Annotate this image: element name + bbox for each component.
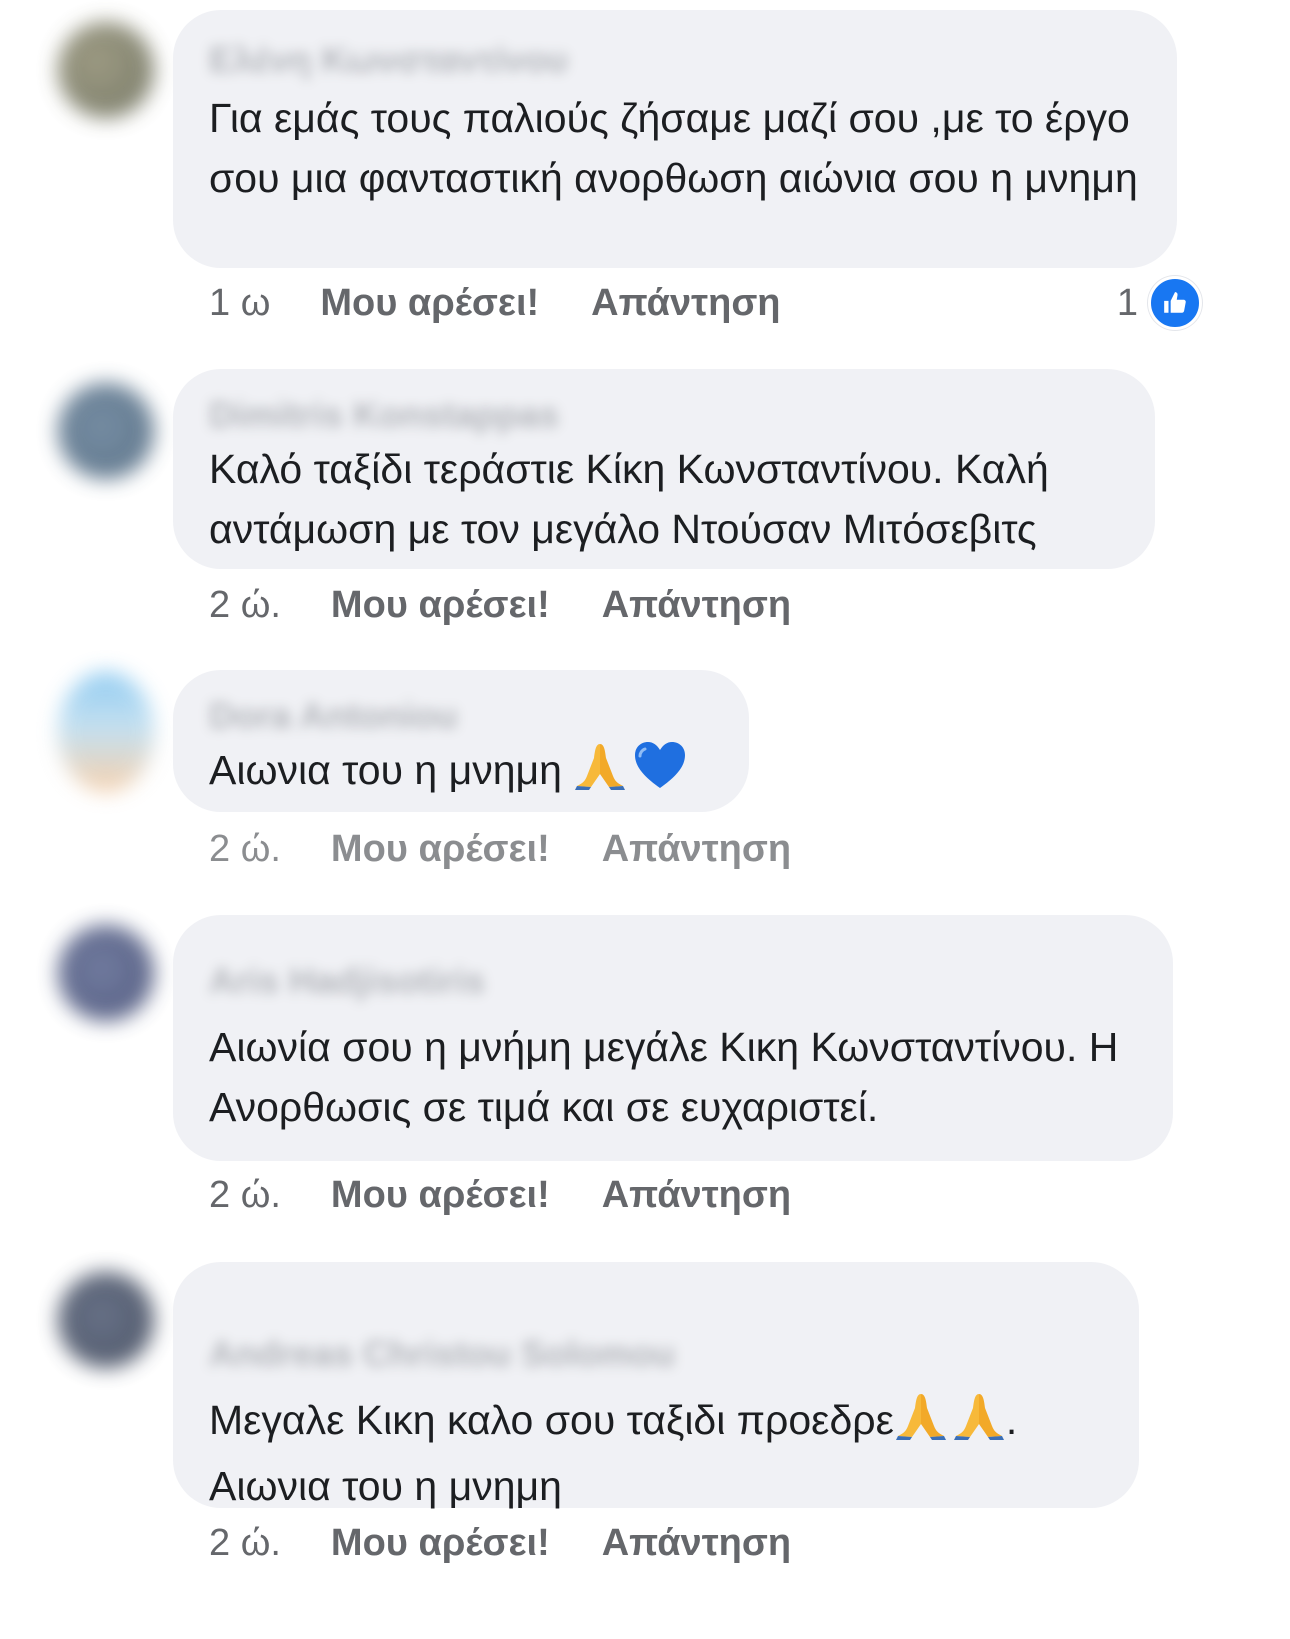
comment-timestamp[interactable]: 2 ώ. <box>209 1522 281 1565</box>
avatar[interactable] <box>58 672 154 792</box>
comment-timestamp[interactable]: 1 ω <box>209 282 270 325</box>
comment-timestamp[interactable]: 2 ώ. <box>209 584 281 627</box>
reply-button[interactable]: Απάντηση <box>602 584 791 627</box>
folded-hands-icon <box>952 1390 1006 1456</box>
comment-author[interactable]: Dora Antoniou <box>209 694 713 738</box>
reply-button[interactable]: Απάντηση <box>591 282 780 325</box>
comment-bubble: Dora Antoniou Αιωνια του η μνημη <box>173 670 749 812</box>
comment-text: Για εμάς τους παλιούς ζήσαμε μαζί σου ,μ… <box>209 95 1142 201</box>
comment-author[interactable]: Andreas Christou Solomou <box>209 1332 1103 1376</box>
folded-hands-icon <box>573 740 627 806</box>
comment-text: Αιωνία σου η μνήμη μεγάλε Κικη Κωνσταντί… <box>209 1024 1128 1130</box>
comment-bubble: Dimitris Konstappas Καλό ταξίδι τεράστιε… <box>173 369 1155 569</box>
comment-actions: 2 ώ. Μου αρέσει! Απάντηση <box>209 1170 791 1220</box>
comment-text-line2: Αιωνια του η μνημη <box>209 1463 562 1510</box>
reaction-count: 1 <box>1116 281 1138 324</box>
comment-actions: 1 ω Μου αρέσει! Απάντηση <box>209 278 781 328</box>
comment-actions: 2 ώ. Μου αρέσει! Απάντηση <box>209 580 791 630</box>
comment-text-main: Αιωνια του η μνημη <box>209 747 574 793</box>
blue-heart-icon <box>633 740 687 806</box>
comment-timestamp[interactable]: 2 ώ. <box>209 1174 281 1217</box>
reaction-summary[interactable]: 1 <box>1117 276 1202 330</box>
comment-text-line1-end: . <box>1005 1397 1018 1443</box>
like-button[interactable]: Μου αρέσει! <box>320 282 539 325</box>
reply-button[interactable]: Απάντηση <box>602 1174 791 1217</box>
avatar[interactable] <box>58 925 154 1021</box>
comment-actions: 2 ώ. Μου αρέσει! Απάντηση <box>209 824 791 874</box>
comment-author[interactable]: Ελένη Κωνσταντίνου <box>209 38 1141 82</box>
comment-text: Αιωνια του η μνημη <box>209 740 713 806</box>
like-button[interactable]: Μου αρέσει! <box>331 584 550 627</box>
comment-text: Μεγαλε Κικη καλο σου ταξιδι προεδρε . Αιω… <box>209 1390 1103 1516</box>
avatar[interactable] <box>58 1272 154 1368</box>
comment-bubble: Aris Hadjisotiris Αιωνία σου η μνήμη μεγ… <box>173 915 1173 1161</box>
avatar[interactable] <box>58 22 154 118</box>
like-button[interactable]: Μου αρέσει! <box>331 828 550 871</box>
comment-timestamp[interactable]: 2 ώ. <box>209 828 281 871</box>
comment-bubble: Andreas Christou Solomou Μεγαλε Κικη καλ… <box>173 1262 1139 1509</box>
thumbs-up-icon <box>1148 276 1202 330</box>
like-button[interactable]: Μου αρέσει! <box>331 1174 550 1217</box>
comment-text: Καλό ταξίδι τεράστιε Κίκη Κωνσταντίνου. … <box>209 446 1061 552</box>
reply-button[interactable]: Απάντηση <box>602 1522 791 1565</box>
comment-author[interactable]: Dimitris Konstappas <box>209 393 1119 437</box>
comment-bubble: Ελένη Κωνσταντίνου Για εμάς τους παλιούς… <box>173 10 1177 268</box>
reply-button[interactable]: Απάντηση <box>602 828 791 871</box>
folded-hands-icon <box>894 1390 948 1456</box>
comment-author[interactable]: Aris Hadjisotiris <box>209 959 1137 1003</box>
avatar[interactable] <box>58 383 154 479</box>
comment-actions: 2 ώ. Μου αρέσει! Απάντηση <box>209 1518 791 1568</box>
like-button[interactable]: Μου αρέσει! <box>331 1522 550 1565</box>
comment-text-line1: Μεγαλε Κικη καλο σου ταξιδι προεδρε <box>209 1397 894 1443</box>
